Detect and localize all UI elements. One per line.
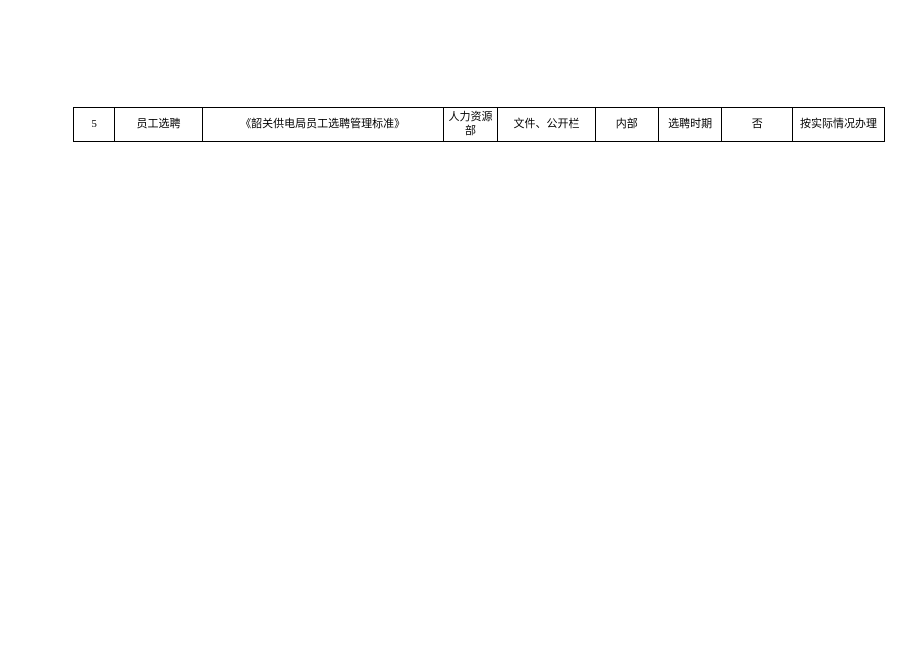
cell-timing: 选聘时期 [658, 108, 721, 142]
cell-department: 人力资源部 [443, 108, 498, 142]
document-page: 5 员工选聘 《韶关供电局员工选聘管理标准》 人力资源部 文件、公开栏 内部 选… [0, 0, 920, 142]
cell-form: 文件、公开栏 [498, 108, 595, 142]
data-table: 5 员工选聘 《韶关供电局员工选聘管理标准》 人力资源部 文件、公开栏 内部 选… [73, 107, 885, 142]
cell-remark: 按实际情况办理 [793, 108, 885, 142]
cell-document: 《韶关供电局员工选聘管理标准》 [202, 108, 443, 142]
cell-scope: 内部 [595, 108, 658, 142]
table-row: 5 员工选聘 《韶关供电局员工选聘管理标准》 人力资源部 文件、公开栏 内部 选… [74, 108, 885, 142]
cell-name: 员工选聘 [115, 108, 203, 142]
cell-index: 5 [74, 108, 115, 142]
cell-fee: 否 [722, 108, 793, 142]
